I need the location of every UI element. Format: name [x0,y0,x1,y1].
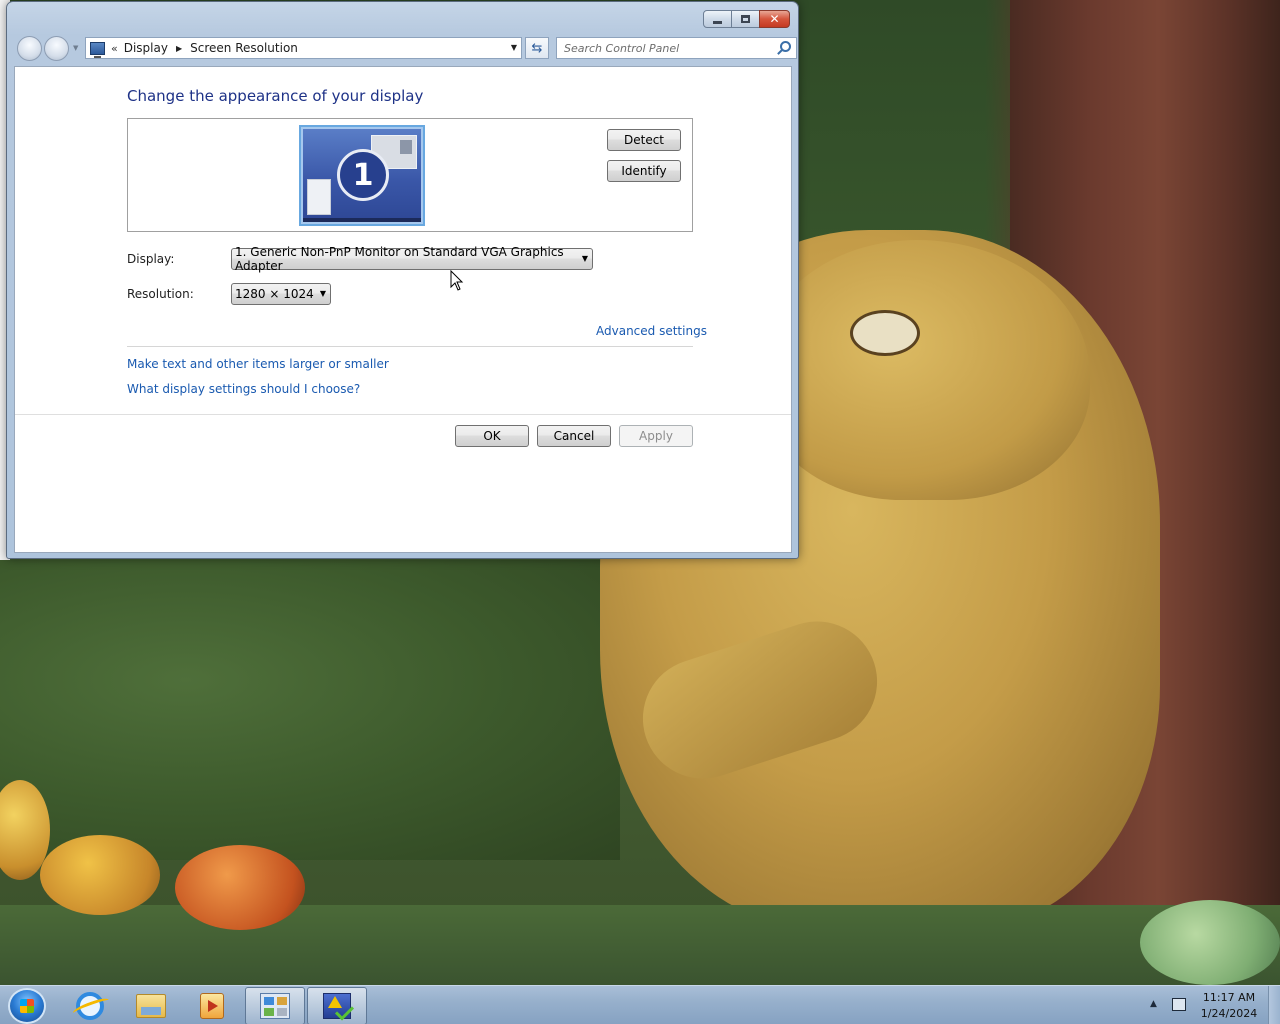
breadcrumb-screen-resolution[interactable]: Screen Resolution [190,41,298,55]
breadcrumb-separator-icon[interactable]: ▶ [176,44,182,53]
clock-date: 1/24/2024 [1200,1007,1258,1020]
media-player-taskbar-button[interactable] [182,987,242,1024]
divider [127,346,693,347]
monitor-preview-taskbar [303,218,421,222]
back-button[interactable] [17,36,42,61]
apply-button[interactable]: Apply [619,425,693,447]
control-panel-taskbar-button[interactable] [245,987,305,1024]
maximize-button[interactable] [731,10,760,28]
display-settings-help-link[interactable]: What display settings should I choose? [127,382,360,396]
identify-button[interactable]: Identify [607,160,681,182]
search-icon[interactable] [780,41,791,52]
close-button[interactable]: ✕ [759,10,790,28]
cancel-button[interactable]: Cancel [537,425,611,447]
taskbar: ▲ 11:17 AM 1/24/2024 [0,985,1280,1024]
detect-button[interactable]: Detect [607,129,681,151]
maximize-icon [741,15,750,23]
monitor-number-badge: 1 [337,149,389,201]
window-controls: ✕ [703,10,790,28]
minimize-icon [713,20,722,24]
content-pane: Change the appearance of your display 1 … [14,66,792,553]
show-desktop-button[interactable] [1268,986,1280,1024]
chevron-down-icon: ▼ [581,254,588,263]
start-button[interactable] [8,988,46,1024]
file-explorer-icon [136,994,166,1018]
address-dropdown-icon[interactable]: ▼ [511,43,517,52]
recent-pages-dropdown-icon[interactable]: ▼ [73,44,78,52]
action-center-icon [323,993,351,1019]
network-icon[interactable] [1172,998,1186,1011]
breadcrumb-display[interactable]: Display [124,41,168,55]
monitor-preview-document [307,179,331,215]
system-clock[interactable]: 11:17 AM 1/24/2024 [1196,990,1262,1022]
resolution-select-value: 1280 × 1024 [235,287,314,301]
chevron-down-icon: ▼ [319,289,326,298]
display-label: Display: [127,252,175,266]
wallpaper-bush [1140,900,1280,985]
file-explorer-taskbar-button[interactable] [121,987,181,1024]
wallpaper-fruit [40,835,160,915]
ok-button[interactable]: OK [455,425,529,447]
minimize-button[interactable] [703,10,732,28]
internet-explorer-icon [76,992,104,1020]
refresh-button[interactable]: ⇆ [525,37,549,59]
monitor-arrangement-panel: 1 Detect Identify [127,118,693,232]
search-input[interactable] [564,41,769,55]
wallpaper-fruit [175,845,305,930]
media-player-icon [200,993,224,1019]
navigation-bar: ▼ « Display ▶ Screen Resolution ▼ ⇆ [15,35,797,61]
advanced-settings-link[interactable]: Advanced settings [596,324,707,338]
resolution-label: Resolution: [127,287,194,301]
breadcrumb-overflow-icon[interactable]: « [111,42,118,55]
refresh-icon: ⇆ [531,40,543,56]
show-hidden-icons-icon[interactable]: ▲ [1150,999,1157,1009]
monitor-1-thumbnail[interactable]: 1 [299,125,425,226]
wallpaper-grass [0,560,620,860]
clock-time: 11:17 AM [1202,991,1256,1004]
display-select[interactable]: 1. Generic Non-PnP Monitor on Standard V… [231,245,593,273]
screen-resolution-window: ✕ ▼ « Display ▶ Screen Resolution ▼ ⇆ Ch… [6,1,799,559]
display-select-value: 1. Generic Non-PnP Monitor on Standard V… [235,245,564,273]
forward-button[interactable] [44,36,69,61]
control-panel-icon [260,993,290,1019]
resolution-select[interactable]: 1280 × 1024 ▼ [231,283,331,305]
wallpaper-ground [0,905,1280,985]
internet-explorer-taskbar-button[interactable] [60,987,120,1024]
page-title: Change the appearance of your display [127,87,424,105]
divider [15,414,791,415]
close-icon: ✕ [769,12,780,26]
wallpaper-creature-eye [850,310,920,356]
text-size-link[interactable]: Make text and other items larger or smal… [127,357,389,371]
action-center-taskbar-button[interactable] [307,987,367,1024]
address-bar[interactable]: « Display ▶ Screen Resolution ▼ [85,37,522,59]
search-box[interactable] [556,37,797,59]
display-control-panel-icon [90,41,105,58]
